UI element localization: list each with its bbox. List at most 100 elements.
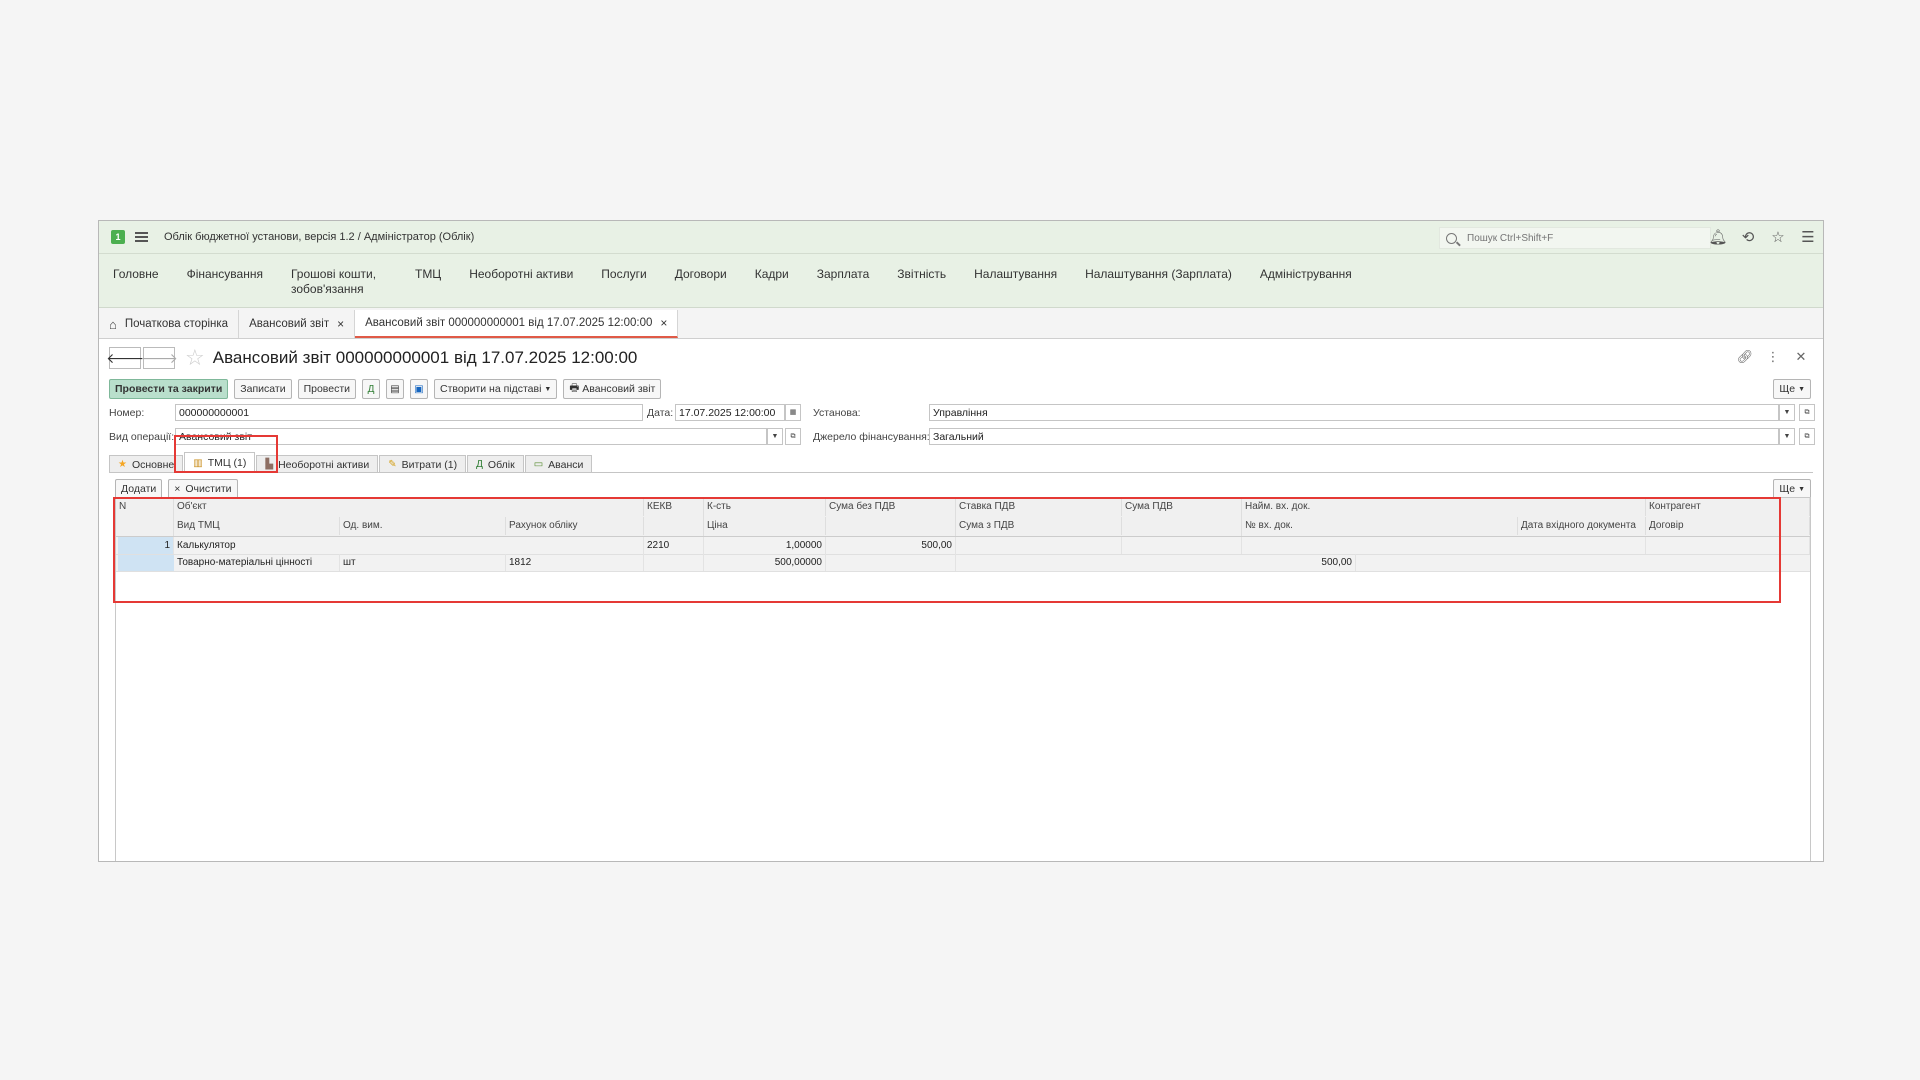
app-title: Облік бюджетної установи, версія 1.2 / А… [164, 231, 475, 243]
tab-advances-label: Аванси [548, 458, 584, 471]
date-field[interactable]: 17.07.2025 12:00:00 [675, 404, 785, 421]
institution-label: Установа: [813, 407, 861, 419]
favorites-star-icon[interactable]: ☆ [1763, 228, 1793, 246]
highlight-table [113, 497, 1781, 603]
forward-button[interactable]: 🡒 [140, 347, 178, 369]
tab-main[interactable]: ★ Основне [109, 455, 184, 473]
menu-item-services[interactable]: Послуги [601, 267, 646, 282]
operation-label: Вид операції: [109, 431, 175, 443]
tab-fixed-assets-label: Необоротні активи [278, 458, 370, 471]
app-logo-icon[interactable]: 1 [111, 230, 125, 244]
open-tabs-bar: ⌂ Початкова сторінка Авансовий звіт × Ав… [99, 308, 1823, 339]
clear-x-icon: × [174, 483, 181, 495]
link-icon[interactable]: 🔗︎ [1731, 349, 1759, 365]
tab-label: Авансовий звіт 000000000001 від 17.07.20… [365, 317, 653, 329]
tab-advance-report-doc[interactable]: Авансовий звіт 000000000001 від 17.07.20… [355, 310, 679, 338]
chevron-down-icon: ▼ [544, 385, 552, 393]
calendar-icon[interactable]: ▦ [785, 404, 801, 421]
create-based-on-button[interactable]: Створити на підставі ▼ [434, 379, 558, 399]
title-bar: 1 Облік бюджетної установи, версія 1.2 /… [99, 221, 1823, 254]
expenses-icon: ✎ [388, 459, 397, 470]
menu-item-tmc[interactable]: ТМЦ [415, 267, 441, 282]
star-icon: ★ [118, 459, 127, 470]
menu-item-reports[interactable]: Звітність [897, 267, 946, 282]
home-icon: ⌂ [109, 316, 117, 332]
chevron-down-icon[interactable]: ▼ [767, 428, 783, 445]
highlight-tmc-tab [174, 435, 278, 473]
post-and-close-button[interactable]: Провести та закрити [109, 379, 229, 399]
menu-item-fixed-assets[interactable]: Необоротні активи [469, 267, 573, 282]
close-icon[interactable]: × [660, 316, 667, 330]
app-window: 1 Облік бюджетної установи, версія 1.2 /… [98, 220, 1824, 862]
tab-advances[interactable]: ▭ Аванси [524, 455, 593, 473]
date-label: Дата: [647, 407, 674, 419]
tab-accounting[interactable]: Д Облік [467, 455, 524, 473]
menu-item-settings[interactable]: Налаштування [974, 267, 1057, 282]
search-input[interactable] [1465, 231, 1699, 245]
field-row-1: Номер: 000000000001 Дата: 17.07.2025 12:… [99, 401, 1823, 425]
menu-item-salary-settings[interactable]: Налаштування (Зарплата) [1085, 267, 1232, 282]
institution-field[interactable]: Управління [929, 404, 1779, 421]
favorite-star-icon[interactable]: ☆ [185, 345, 205, 371]
print-advance-report-button[interactable]: 🖶 Авансовий звіт [563, 379, 662, 399]
section-tabs: ★ Основне ▥ ТМЦ (1) ▙ Необоротні активи … [99, 451, 1823, 473]
search-icon [1446, 232, 1457, 244]
number-label: Номер: [109, 407, 145, 419]
create-based-label: Створити на підставі [440, 383, 542, 395]
more-button[interactable]: Ще ▼ [1773, 379, 1811, 399]
back-button[interactable]: 🡐 [106, 347, 144, 369]
field-row-2: Вид операції: Авансовий звіт ▼ ⧉ Джерело… [99, 425, 1823, 449]
menu-item-salary[interactable]: Зарплата [817, 267, 870, 282]
chevron-down-icon[interactable]: ▼ [1779, 404, 1795, 421]
hamburger-menu-icon[interactable] [135, 232, 148, 242]
menu-item-main[interactable]: Головне [113, 267, 159, 282]
menu-item-contracts[interactable]: Договори [675, 267, 727, 282]
save-button[interactable]: Записати [234, 379, 292, 399]
bell-icon[interactable]: 🔔︎ [1703, 228, 1733, 246]
menu-item-cash[interactable]: Грошові кошти, зобов'язання [291, 267, 387, 297]
more-menu-icon[interactable]: ☰ [1793, 228, 1823, 246]
document-icon[interactable]: ▤ [386, 379, 405, 399]
clear-label: Очистити [185, 483, 232, 495]
tab-expenses-label: Витрати (1) [401, 458, 458, 471]
tab-accounting-label: Облік [487, 458, 515, 471]
chevron-down-icon: ▼ [1798, 485, 1805, 493]
global-search[interactable] [1439, 227, 1711, 249]
clear-button[interactable]: × Очистити [168, 479, 238, 499]
close-icon[interactable]: × [337, 317, 344, 331]
add-button[interactable]: Додати [115, 479, 163, 499]
main-menu: Головне Фінансування Грошові кошти, зобо… [99, 254, 1823, 308]
more-label: Ще [1779, 383, 1796, 395]
menu-item-finance[interactable]: Фінансування [187, 267, 263, 282]
menu-item-admin[interactable]: Адміністрування [1260, 267, 1352, 282]
tab-expenses[interactable]: ✎ Витрати (1) [379, 455, 467, 473]
history-icon[interactable]: ⟲ [1733, 228, 1763, 246]
print-label: Авансовий звіт [582, 383, 656, 395]
chevron-down-icon: ▼ [1798, 385, 1805, 393]
close-icon[interactable]: ✕ [1787, 349, 1815, 365]
open-icon[interactable]: ⧉ [785, 428, 801, 445]
post-button[interactable]: Провести [297, 379, 357, 399]
tab-advance-report-list[interactable]: Авансовий звіт × [239, 310, 356, 338]
tab-label: Авансовий звіт [249, 318, 330, 330]
menu-item-hr[interactable]: Кадри [755, 267, 789, 282]
tab-home-label: Початкова сторінка [124, 318, 229, 330]
table-more-button[interactable]: Ще ▼ [1773, 479, 1811, 499]
accounting-entries-icon[interactable]: Д [362, 379, 381, 399]
open-icon[interactable]: ⧉ [1799, 428, 1815, 445]
source-field[interactable]: Загальний [929, 428, 1779, 445]
tab-main-label: Основне [131, 458, 175, 471]
table-more-label: Ще [1779, 483, 1796, 495]
open-icon[interactable]: ⧉ [1799, 404, 1815, 421]
money-icon: ▭ [533, 459, 544, 470]
tabs-divider [109, 472, 1813, 473]
tab-home[interactable]: ⌂ Початкова сторінка [99, 310, 240, 338]
chevron-down-icon[interactable]: ▼ [1779, 428, 1795, 445]
kebab-menu-icon[interactable]: ⋮ [1759, 349, 1787, 365]
command-bar: Провести та закрити Записати Провести Д … [99, 377, 1823, 401]
form-header: 🡐 🡒 ☆ Авансовий звіт 000000000001 від 17… [99, 339, 1823, 377]
number-field[interactable]: 000000000001 [175, 404, 643, 421]
printer-icon: 🖶 [569, 382, 580, 394]
accounting-icon: Д [476, 459, 483, 470]
structure-icon[interactable]: ▣ [410, 379, 429, 399]
